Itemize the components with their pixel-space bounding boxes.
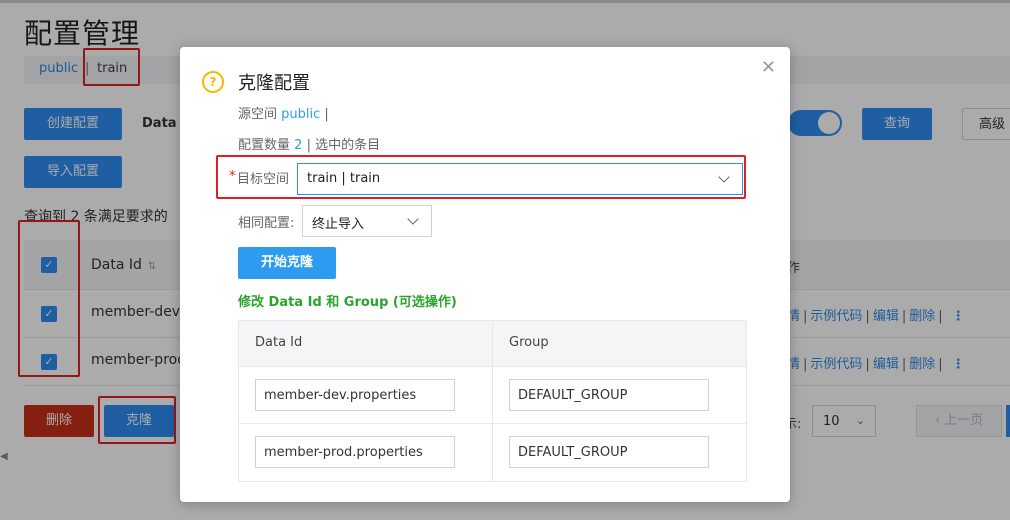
count-label: 配置数量 (238, 138, 291, 153)
group-cell (493, 367, 748, 423)
source-namespace-line: 源空间 public | (238, 103, 329, 122)
group-input[interactable] (509, 436, 709, 468)
group-input[interactable] (509, 379, 709, 411)
clone-config-dialog: ✕ ? 克隆配置 源空间 public | 配置数量 2 | 选中的条目 * 目… (180, 47, 790, 502)
same-config-label: 相同配置: (238, 216, 295, 231)
data-id-header: Data Id (255, 335, 303, 350)
question-icon: ? (202, 71, 224, 93)
chevron-down-icon (407, 213, 419, 225)
start-clone-button[interactable]: 开始克隆 (238, 247, 336, 279)
data-id-input[interactable] (255, 436, 455, 468)
data-id-cell (239, 367, 493, 423)
group-header-cell: Group (493, 321, 748, 366)
same-config-policy-select[interactable]: 终止导入 (302, 205, 432, 237)
modify-hint-text: 修改 Data Id 和 Group (可选操作) (238, 295, 457, 310)
clone-table-header: Data Id Group (239, 321, 746, 367)
table-row (239, 367, 746, 424)
close-icon[interactable]: ✕ (761, 57, 776, 78)
clone-items-table: Data Id Group (238, 320, 747, 482)
count-suffix: | 选中的条目 (306, 138, 381, 153)
source-suffix: | (324, 107, 329, 122)
group-cell (493, 424, 748, 481)
config-count-line: 配置数量 2 | 选中的条目 (238, 134, 380, 153)
data-id-input[interactable] (255, 379, 455, 411)
dialog-title: 克隆配置 (238, 73, 310, 94)
highlight-target-namespace (216, 155, 746, 199)
data-id-cell (239, 424, 493, 481)
table-row (239, 424, 746, 481)
source-label: 源空间 (238, 107, 278, 122)
count-value: 2 (294, 138, 303, 153)
group-header: Group (509, 335, 549, 350)
same-config-value: 终止导入 (312, 217, 365, 232)
data-id-header-cell: Data Id (239, 321, 493, 366)
source-value: public (281, 107, 321, 122)
